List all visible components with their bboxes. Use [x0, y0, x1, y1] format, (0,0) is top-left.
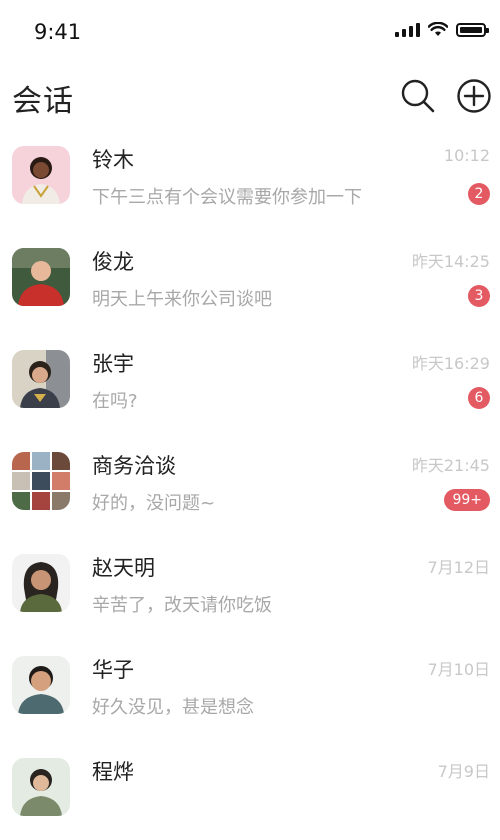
avatar	[12, 554, 70, 612]
conversation-item[interactable]: 赵天明 7月12日 辛苦了，改天请你吃饭	[0, 534, 500, 636]
conversation-name: 铃木	[92, 148, 134, 172]
avatar	[12, 146, 70, 204]
conversation-time: 7月9日	[437, 762, 490, 781]
unread-badge: 3	[468, 285, 490, 307]
conversation-item[interactable]: 商务洽谈 昨天21:45 好的，没问题~ 99+	[0, 432, 500, 534]
search-button[interactable]	[400, 78, 436, 114]
unread-badge: 99+	[444, 489, 490, 511]
conversation-message: 好的，没问题~	[92, 493, 216, 514]
unread-badge: 2	[468, 183, 490, 205]
avatar	[12, 656, 70, 714]
conversation-name: 俊龙	[92, 250, 134, 274]
conversation-time: 昨天21:45	[411, 456, 490, 475]
group-avatar	[12, 452, 70, 510]
conversation-item[interactable]: 俊龙 昨天14:25 明天上午来你公司谈吧 3	[0, 228, 500, 330]
add-button[interactable]	[456, 78, 492, 114]
plus-circle-icon	[457, 79, 491, 113]
conversation-time: 10:12	[443, 146, 490, 165]
avatar	[12, 248, 70, 306]
conversation-name: 华子	[92, 658, 134, 682]
conversation-message: 在吗?	[92, 391, 138, 412]
wifi-icon	[428, 22, 448, 36]
header: 会话	[0, 66, 500, 126]
conversation-item[interactable]: 张宇 昨天16:29 在吗? 6	[0, 330, 500, 432]
battery-icon	[456, 22, 489, 37]
conversation-message: 辛苦了，改天请你吃饭	[92, 595, 272, 616]
conversation-name: 张宇	[92, 352, 134, 376]
conversation-message: 明天上午来你公司谈吧	[92, 289, 272, 310]
search-icon	[401, 79, 435, 113]
avatar	[12, 350, 70, 408]
conversation-time: 昨天14:25	[411, 252, 490, 271]
conversation-list: 铃木 10:12 下午三点有个会议需要你参加一下 2 俊龙 昨天14:25 明天…	[0, 126, 500, 840]
status-bar: 9:41	[0, 0, 500, 66]
conversation-name: 商务洽谈	[92, 454, 176, 478]
conversation-time: 7月12日	[427, 558, 490, 577]
conversation-time: 昨天16:29	[411, 354, 490, 373]
signal-icon	[395, 22, 420, 37]
conversation-item[interactable]: 铃木 10:12 下午三点有个会议需要你参加一下 2	[0, 126, 500, 228]
status-icons	[395, 22, 489, 37]
conversation-time: 7月10日	[427, 660, 490, 679]
unread-badge: 6	[468, 387, 490, 409]
conversation-name: 程烨	[92, 760, 134, 784]
conversation-message: 下午三点有个会议需要你参加一下	[92, 187, 362, 208]
page-title: 会话	[12, 84, 74, 119]
conversation-message: 好久没见，甚是想念	[92, 697, 254, 718]
avatar	[12, 758, 70, 816]
conversation-item[interactable]: 程烨 7月9日	[0, 738, 500, 840]
conversation-name: 赵天明	[92, 556, 155, 580]
conversation-item[interactable]: 华子 7月10日 好久没见，甚是想念	[0, 636, 500, 738]
status-time: 9:41	[34, 20, 82, 44]
